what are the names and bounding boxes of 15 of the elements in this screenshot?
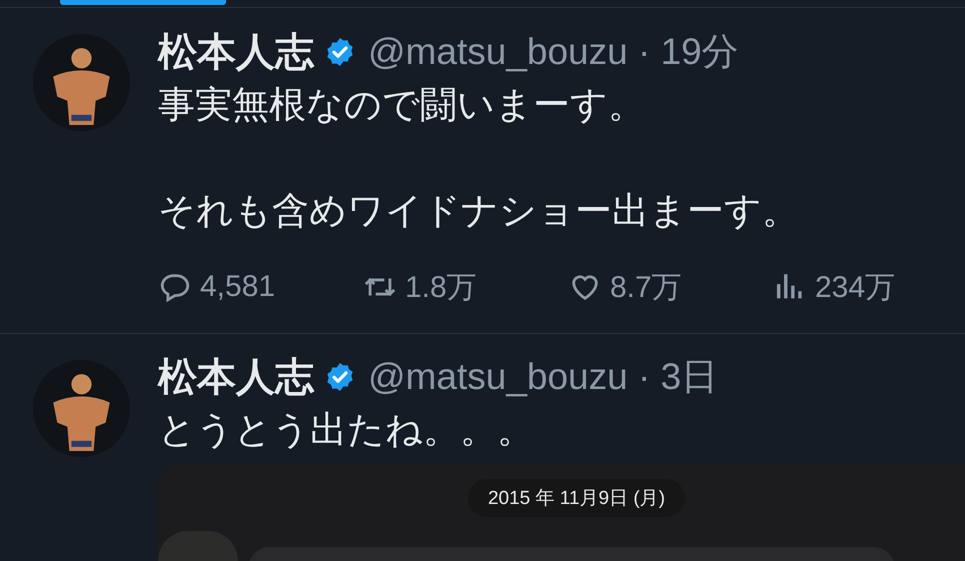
chat-screenshot[interactable]: 2015 年 11月9日 (月) — [158, 464, 965, 561]
action-button[interactable]: 4,581 — [158, 261, 363, 313]
action-button[interactable]: 8.7万 — [568, 261, 773, 313]
tweet-text: とうとう出たね。。。 — [158, 407, 535, 453]
handle-and-time: @matsu_bouzu · 19分 — [368, 30, 739, 74]
handle-and-time: @matsu_bouzu · 3日 — [368, 355, 718, 399]
tweet-text: それも含めワイドナショー出まーす。 — [158, 188, 800, 234]
author-name[interactable]: 松本人志 — [158, 350, 314, 404]
action-button[interactable]: 234万 — [773, 261, 965, 313]
author-name[interactable]: 松本人志 — [158, 25, 314, 79]
avatar[interactable] — [33, 34, 130, 131]
action-button[interactable]: 1.8万 — [363, 261, 568, 313]
avatar[interactable] — [33, 360, 130, 457]
date-label: 2015 年 11月9日 (月) — [468, 479, 686, 517]
tweet-text: 事実無根なので闘いまーす。 — [158, 82, 646, 128]
